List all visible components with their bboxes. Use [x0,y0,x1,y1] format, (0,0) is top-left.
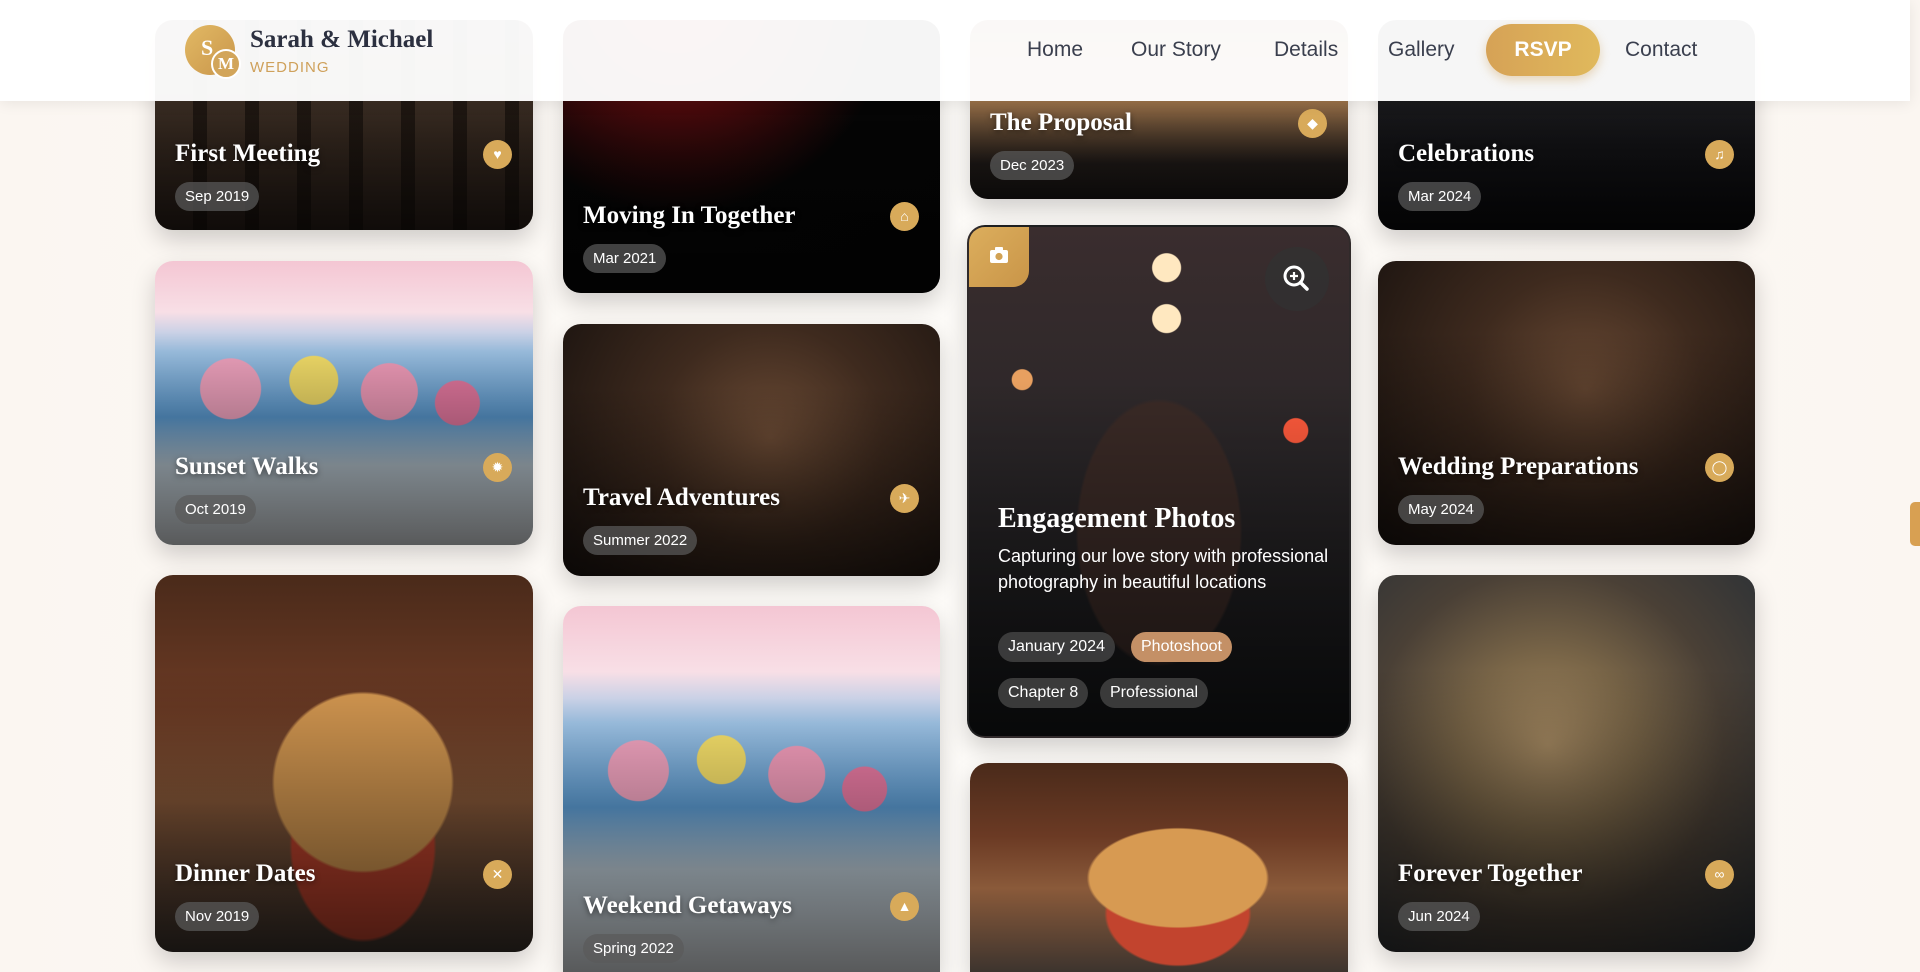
card-date: Mar 2024 [1398,182,1482,211]
glasses-icon: ♫ [1705,140,1734,169]
home-icon: ⌂ [890,202,919,231]
card-sunset-walks[interactable]: Sunset Walks Oct 2019 ✹ [155,261,533,545]
tag-date: January 2024 [998,632,1115,662]
logo-letter-m: M [211,49,241,79]
card-title: Celebrations [1398,140,1535,167]
card-date: Jun 2024 [1398,902,1480,931]
sun-icon: ✹ [483,453,512,482]
plane-icon: ✈ [890,484,919,513]
site-header: S M Sarah & Michael WEDDING Home Our Sto… [0,0,1910,101]
card-date: Sep 2019 [175,182,260,211]
card-title: Weekend Getaways [583,892,793,919]
nav-our-story[interactable]: Our Story [1131,38,1221,62]
nav-contact[interactable]: Contact [1625,38,1697,62]
card-date: Spring 2022 [583,934,684,963]
mountain-icon: ▲ [890,892,919,921]
card-title: Forever Together [1398,860,1583,887]
zoom-button[interactable] [1265,247,1329,311]
tag-category: Photoshoot [1131,632,1232,662]
card-travel[interactable]: Travel Adventures Summer 2022 ✈ [563,324,940,576]
card-title: The Proposal [990,109,1132,136]
card-title: Sunset Walks [175,453,319,480]
card-forever-together[interactable]: Forever Together Jun 2024 ∞ [1378,575,1755,952]
scrollbar-thumb[interactable] [1910,502,1920,546]
card-date: Summer 2022 [583,526,698,555]
rsvp-button[interactable]: RSVP [1486,24,1600,76]
zoom-in-icon [1283,265,1309,291]
card-dinner-repeat[interactable] [970,763,1348,972]
featured-title: Engagement Photos [998,503,1236,534]
camera-icon [969,227,1029,287]
card-date: May 2024 [1398,495,1484,524]
card-title: Dinner Dates [175,860,316,887]
card-dinner-dates[interactable]: Dinner Dates Nov 2019 ✕ [155,575,533,952]
logo-monogram[interactable]: S M [185,25,241,79]
card-title: First Meeting [175,140,321,167]
card-wedding-prep[interactable]: Wedding Preparations May 2024 ◯ [1378,261,1755,545]
card-title: Moving In Together [583,202,796,229]
nav-gallery[interactable]: Gallery [1388,38,1455,62]
brand-name[interactable]: Sarah & Michael [250,26,433,54]
nav-details[interactable]: Details [1274,38,1338,62]
card-engagement-featured[interactable]: Engagement Photos Capturing our love sto… [967,225,1351,738]
nav-home[interactable]: Home [1027,38,1083,62]
heart-icon: ♥ [483,140,512,169]
card-date: Mar 2021 [583,244,667,273]
diamond-icon: ◆ [1298,109,1327,138]
ring-icon: ◯ [1705,453,1734,482]
card-date: Oct 2019 [175,495,256,524]
card-date: Dec 2023 [990,151,1075,180]
infinity-icon: ∞ [1705,860,1734,889]
brand-subtitle: WEDDING [250,59,330,76]
card-title: Wedding Preparations [1398,453,1639,480]
card-title: Travel Adventures [583,484,780,511]
card-weekend-getaways[interactable]: Weekend Getaways Spring 2022 ▲ [563,606,940,972]
tag-style: Professional [1100,678,1209,708]
tag-chapter: Chapter 8 [998,678,1089,708]
featured-description: Capturing our love story with profession… [998,546,1329,592]
card-date: Nov 2019 [175,902,260,931]
utensils-icon: ✕ [483,860,512,889]
